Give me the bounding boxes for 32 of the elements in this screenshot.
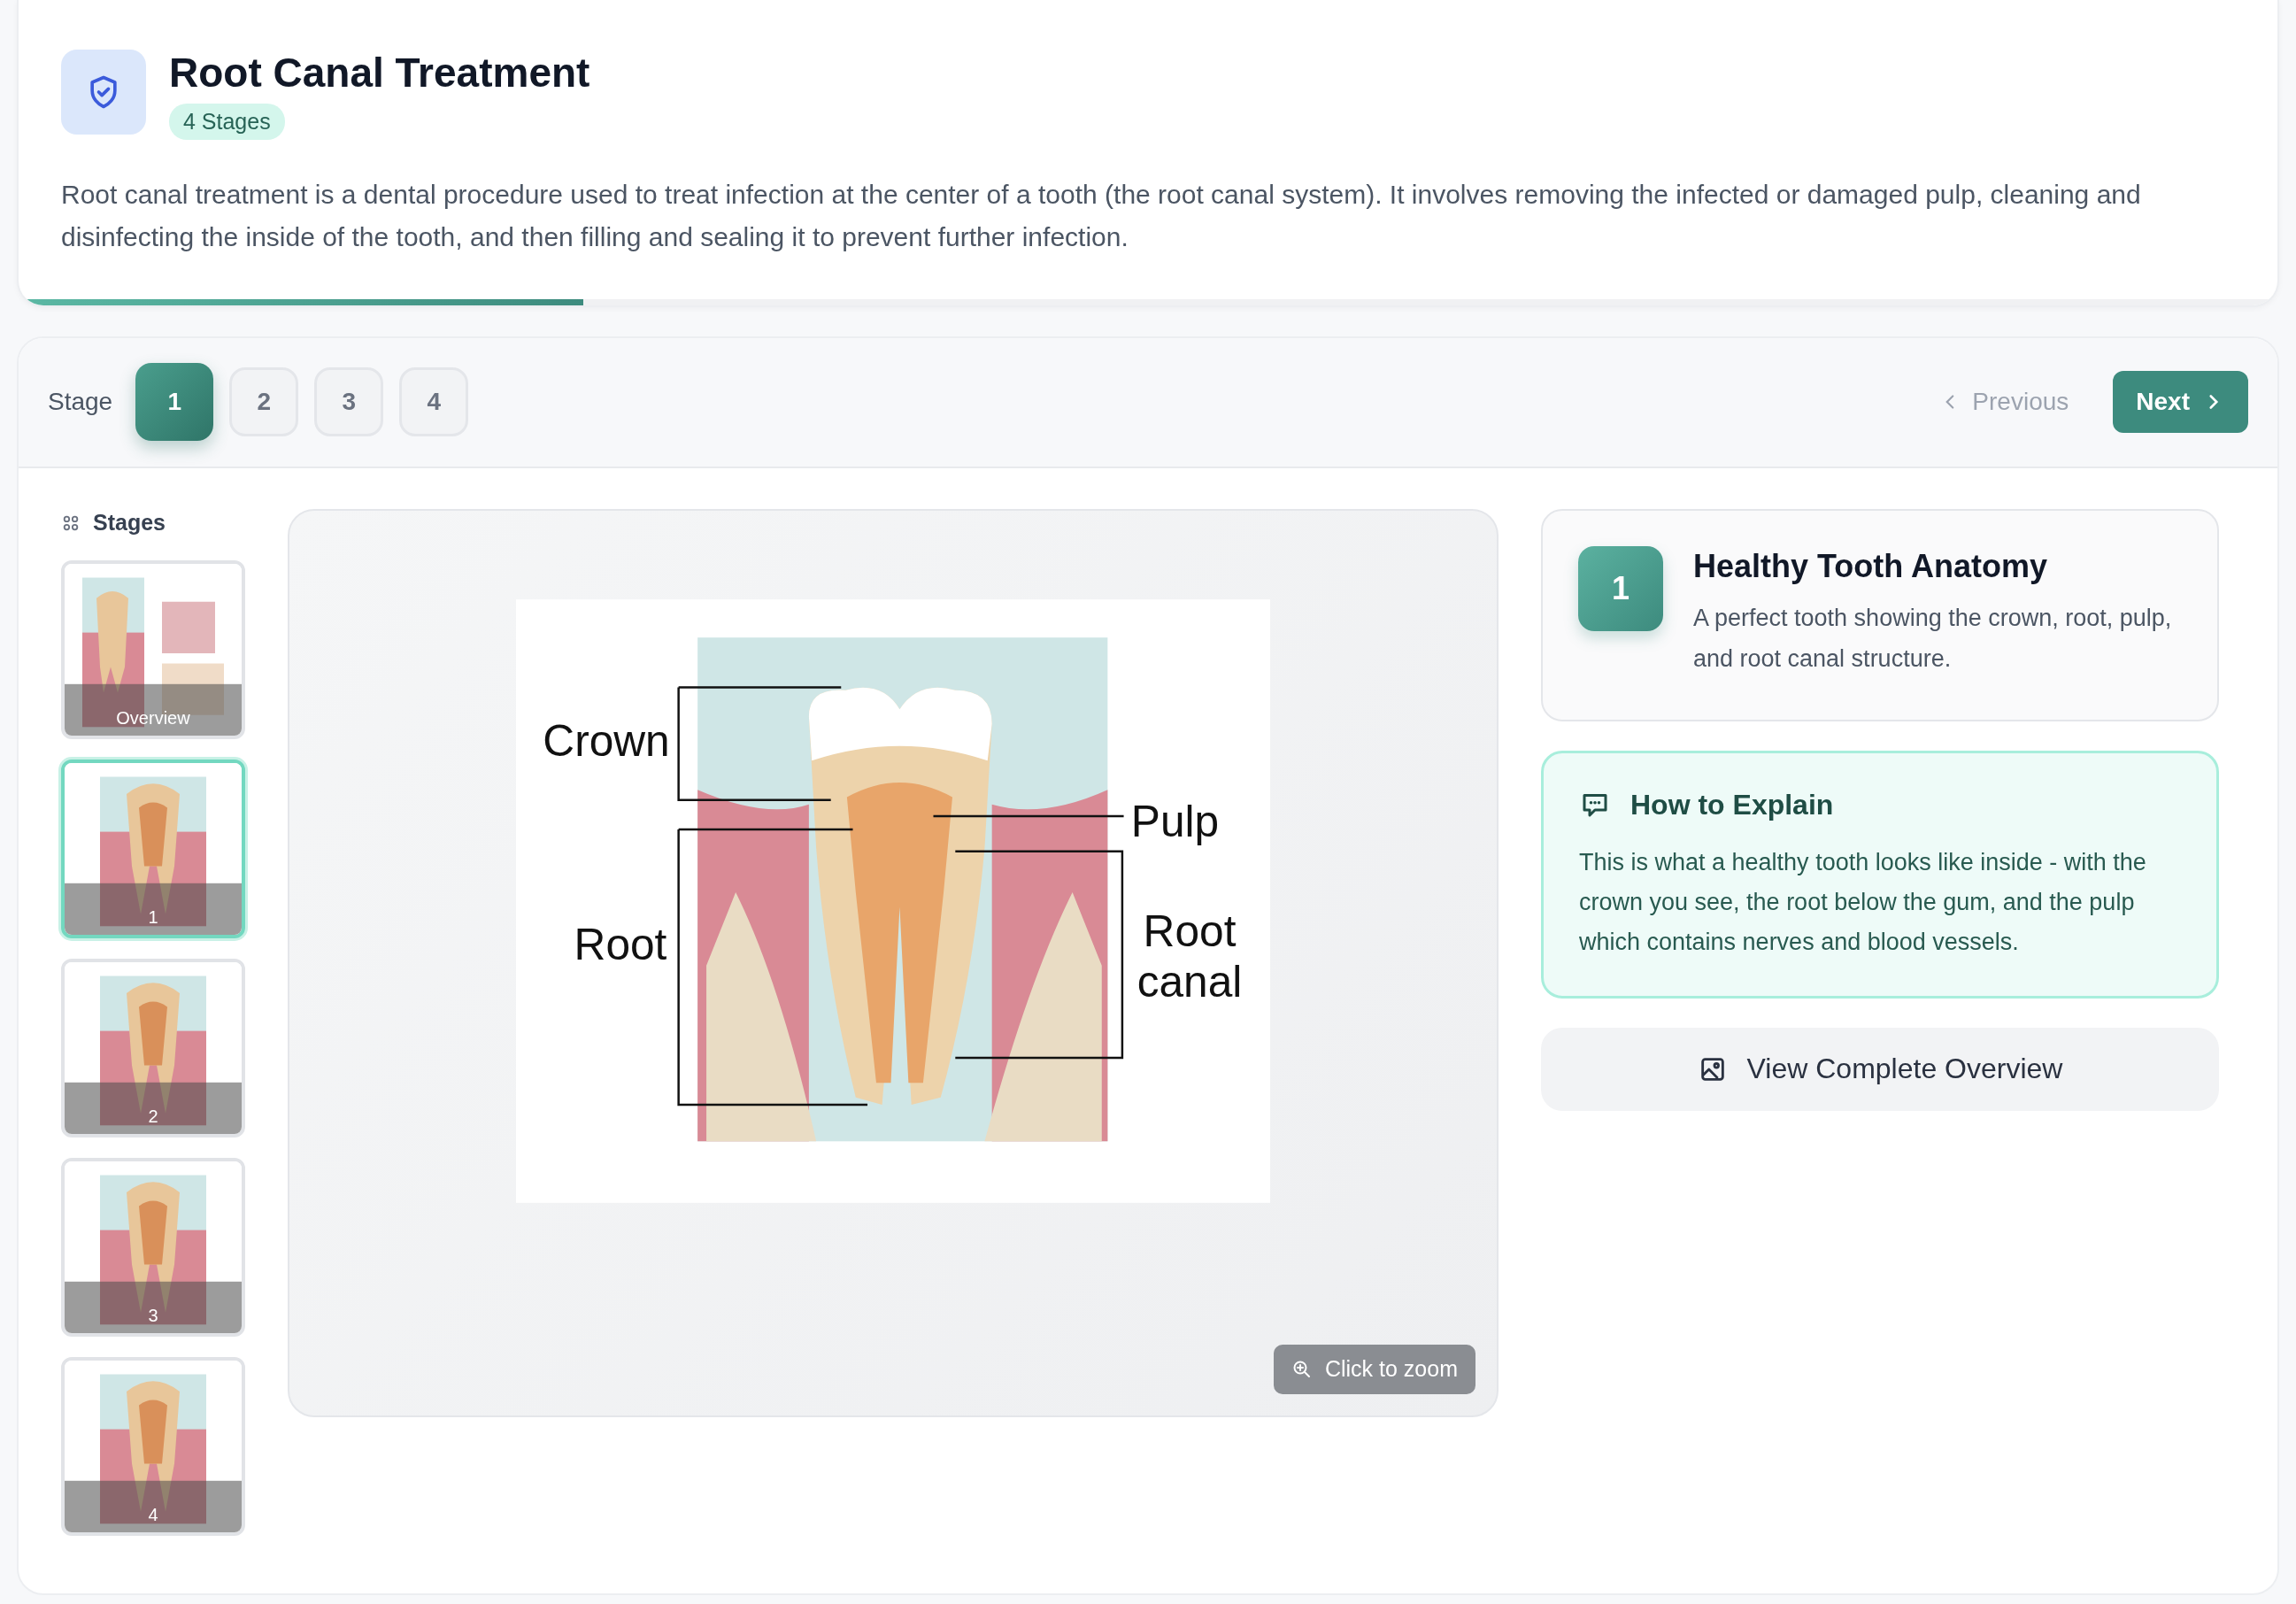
stage-label: Stage <box>48 388 113 417</box>
thumbnail-caption: 2 <box>147 1106 159 1127</box>
stage-thumbnail[interactable]: 2 <box>61 958 245 1137</box>
stage-thumbnail[interactable]: 1 <box>61 759 245 938</box>
stage-thumbnail[interactable]: 3 <box>61 1157 245 1337</box>
diagram-label: Pulp <box>1130 797 1220 847</box>
stage-title: Healthy Tooth Anatomy <box>1693 547 2048 585</box>
stage-tab[interactable]: 1 <box>135 363 214 442</box>
next-button[interactable]: Next <box>2113 371 2248 434</box>
thumbnail-caption: Overview <box>115 707 191 729</box>
overview-button[interactable]: View Complete Overview <box>1541 1027 2219 1111</box>
stage-thumbnail[interactable]: 4 <box>61 1356 245 1536</box>
thumbnail-caption: 4 <box>147 1504 159 1525</box>
thumbnail-caption: 1 <box>147 906 159 928</box>
explain-title: How to Explain <box>1630 788 1834 821</box>
page-title: Root Canal Treatment <box>169 50 590 96</box>
stage-tab[interactable]: 4 <box>399 367 469 437</box>
diagram-label: Crown <box>543 716 670 767</box>
stage-count-badge: 4 Stages <box>169 103 285 140</box>
stage-tab[interactable]: 2 <box>229 367 299 437</box>
stage-tab[interactable]: 3 <box>314 367 384 437</box>
stage-description: A perfect tooth showing the crown, root, pulp, and root canal structure. <box>1693 603 2173 674</box>
sidebar-title: Stages <box>93 510 166 536</box>
stage-number: 1 <box>1578 545 1663 631</box>
diagram-label: Root canal <box>1136 906 1243 1006</box>
thumbnail-caption: 3 <box>147 1305 159 1326</box>
explain-text: This is what a healthy tooth looks like inside - with the crown you see, the root below the gum, and the pulp which contains nerves and blood vessels. <box>1579 847 2147 957</box>
shield-icon <box>61 50 146 135</box>
stage-thumbnail[interactable]: Overview <box>61 559 245 739</box>
zoom-button[interactable]: Click to zoom <box>1273 1344 1475 1394</box>
diagram-label: Root <box>574 920 667 970</box>
description: Root canal treatment is a dental procedure used to treat infection at the center of a tooth (the root canal system). It involves removing the infected or damaged pulp, cleaning and disinfecting the inside of the tooth, and then filling and sealing it to prevent further infection. <box>61 178 2142 253</box>
